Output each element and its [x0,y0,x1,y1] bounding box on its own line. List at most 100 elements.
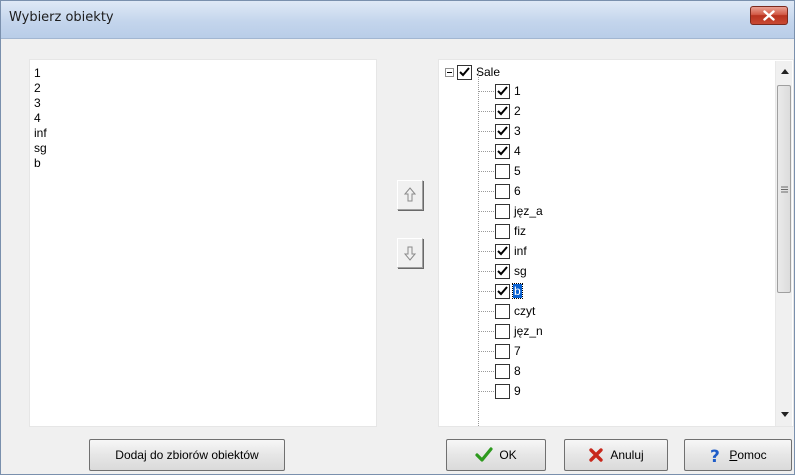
checkmark-icon [475,447,493,463]
list-item[interactable]: 2 [34,81,376,96]
tree-item-label[interactable]: b [512,283,523,299]
collapse-icon[interactable] [445,67,454,77]
tree-item-label[interactable]: 4 [513,144,522,158]
help-label: Pomoc [729,448,766,462]
list-item[interactable]: 3 [34,96,376,111]
tree-item[interactable]: fiz [495,221,527,241]
tree-checkbox[interactable] [495,163,510,179]
tree-item[interactable]: 3 [495,121,522,141]
tree-root-item[interactable]: Sale [445,62,501,82]
tree-item[interactable]: sg [495,261,528,281]
tree-checkbox[interactable] [495,263,510,279]
scroll-down-button[interactable] [776,406,793,423]
tree-item[interactable]: czyt [495,301,536,321]
tree-checkbox[interactable] [495,243,510,259]
tree-connector [478,91,494,92]
add-to-sets-label: Dodaj do zbiorów obiektów [115,448,259,462]
select-objects-dialog: Wybierz obiekty 1 2 3 4 inf sg b Sale 1 … [0,0,795,475]
list-item[interactable]: sg [34,141,376,156]
tree-checkbox[interactable] [495,363,510,379]
tree-checkbox[interactable] [495,103,510,119]
list-item[interactable]: 1 [34,66,376,81]
cancel-button[interactable]: Anuluj [564,439,668,471]
tree-item-label[interactable]: 1 [513,84,522,98]
tree-item[interactable]: 6 [495,181,522,201]
tree-checkbox[interactable] [495,383,510,399]
ok-label: OK [499,448,517,462]
tree-item-label[interactable]: 8 [513,364,522,378]
tree-connector [478,111,494,112]
tree-checkbox[interactable] [495,303,510,319]
cancel-x-icon [588,447,604,463]
list-item[interactable]: b [34,156,376,171]
help-icon: ? [709,446,723,464]
tree-item-label[interactable]: jęz_n [513,324,544,338]
tree-item[interactable]: b [495,281,523,301]
grip-icon [780,186,788,192]
add-to-sets-button[interactable]: Dodaj do zbiorów obiektów [89,439,285,471]
tree-checkbox[interactable] [495,323,510,339]
close-icon [763,10,775,21]
cancel-label: Anuluj [610,448,644,462]
tree-item-label[interactable]: fiz [513,224,527,238]
tree-connector [478,291,494,292]
tree-connector [478,331,494,332]
scroll-thumb[interactable] [777,85,791,293]
tree-connector [478,371,494,372]
tree-item[interactable]: 5 [495,161,522,181]
tree-checkbox[interactable] [495,203,510,219]
tree-item[interactable]: jęz_n [495,321,544,341]
tree-checkbox[interactable] [495,123,510,139]
tree-item-label[interactable]: jęz_a [513,204,544,218]
tree-checkbox[interactable] [495,223,510,239]
move-up-button[interactable] [397,180,423,210]
tree-item[interactable]: 8 [495,361,522,381]
tree-checkbox[interactable] [495,283,510,299]
tree-item-label[interactable]: 6 [513,184,522,198]
tree-item[interactable]: 9 [495,381,522,401]
tree-item[interactable]: 7 [495,341,522,361]
tree-item-label[interactable]: 5 [513,164,522,178]
arrow-up-icon [404,187,416,202]
tree-connector [478,171,494,172]
tree-item[interactable]: 1 [495,81,522,101]
close-button[interactable] [750,6,788,25]
ok-button[interactable]: OK [446,439,546,471]
svg-text:?: ? [710,447,720,464]
tree-connector [478,271,494,272]
tree-item-label[interactable]: czyt [513,304,536,318]
tree-connector [478,191,494,192]
tree-checkbox[interactable] [495,343,510,359]
tree-connector [478,231,494,232]
tree-scrollbar[interactable] [775,61,793,426]
tree-item[interactable]: inf [495,241,528,261]
tree-item-label[interactable]: inf [513,244,528,258]
help-button[interactable]: ? Pomoc [684,439,792,471]
tree-connector [478,211,494,212]
list-item[interactable]: 4 [34,111,376,126]
tree-connector [478,351,494,352]
tree-item[interactable]: jęz_a [495,201,544,221]
tree-item-label[interactable]: 2 [513,104,522,118]
arrow-down-icon [404,246,416,261]
scroll-up-button[interactable] [776,63,793,80]
tree-item[interactable]: 4 [495,141,522,161]
tree-checkbox[interactable] [495,183,510,199]
tree-checkbox[interactable] [495,83,510,99]
tree-item-label[interactable]: 9 [513,384,522,398]
help-label-rest: omoc [737,448,767,462]
object-tree[interactable]: Sale 1 2 3 4 5 6 jęz_afiz inf sg b czyt jęz_n 7 8 9 [438,59,794,427]
tree-checkbox[interactable] [495,143,510,159]
tree-item[interactable]: 2 [495,101,522,121]
tree-item-label[interactable]: 7 [513,344,522,358]
window-title: Wybierz obiekty [9,10,114,25]
tree-connector [478,391,494,392]
move-down-button[interactable] [397,238,423,268]
list-item[interactable]: inf [34,126,376,141]
tree-connector [478,251,494,252]
scroll-up-icon [780,69,789,74]
tree-checkbox[interactable] [457,64,472,80]
tree-item-label[interactable]: sg [513,264,528,278]
tree-item-label[interactable]: 3 [513,124,522,138]
selected-objects-list[interactable]: 1 2 3 4 inf sg b [29,59,377,427]
